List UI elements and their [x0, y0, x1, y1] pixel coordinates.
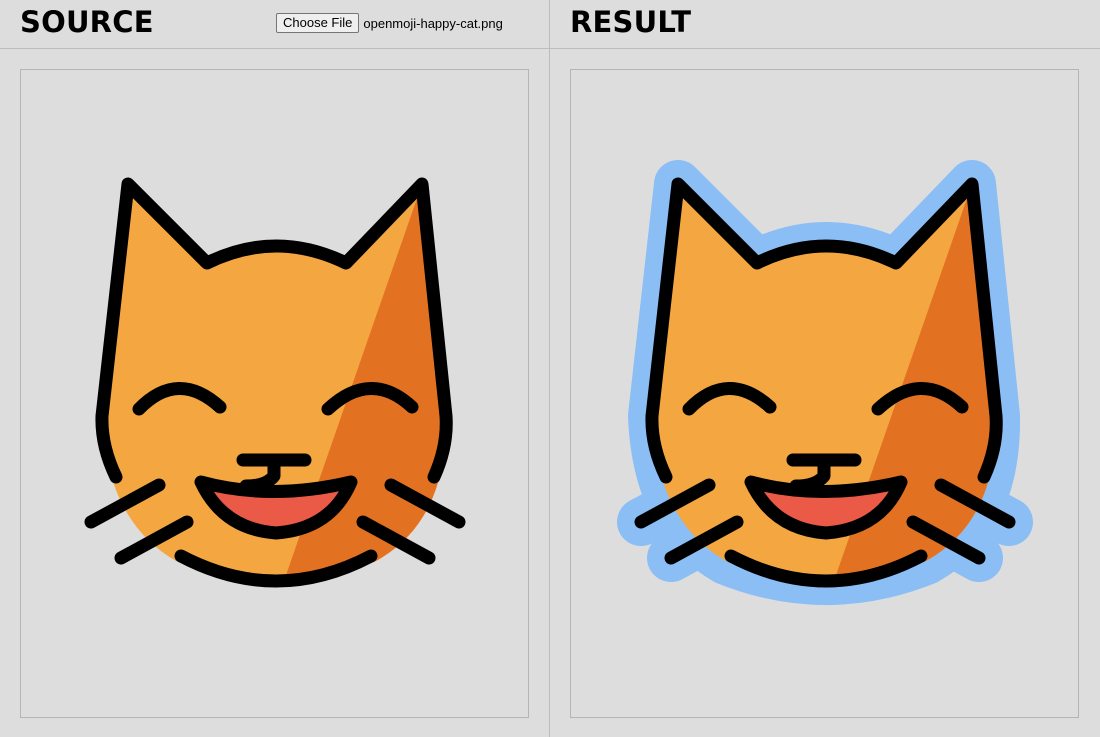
selected-file-name: openmoji-happy-cat.png [363, 15, 503, 31]
result-cat-image [617, 160, 1033, 717]
source-canvas [20, 69, 529, 718]
source-header: SOURCE Choose File openmoji-happy-cat.pn… [0, 0, 549, 49]
file-input[interactable]: Choose File openmoji-happy-cat.png [276, 13, 503, 33]
source-cat-image [21, 70, 528, 717]
source-panel: SOURCE Choose File openmoji-happy-cat.pn… [0, 0, 550, 737]
result-title: RESULT [570, 5, 692, 39]
choose-file-button[interactable]: Choose File [276, 13, 360, 33]
source-title: SOURCE [20, 5, 154, 39]
result-header: RESULT [550, 0, 1100, 49]
result-panel: RESULT [550, 0, 1100, 737]
result-canvas [570, 69, 1079, 718]
